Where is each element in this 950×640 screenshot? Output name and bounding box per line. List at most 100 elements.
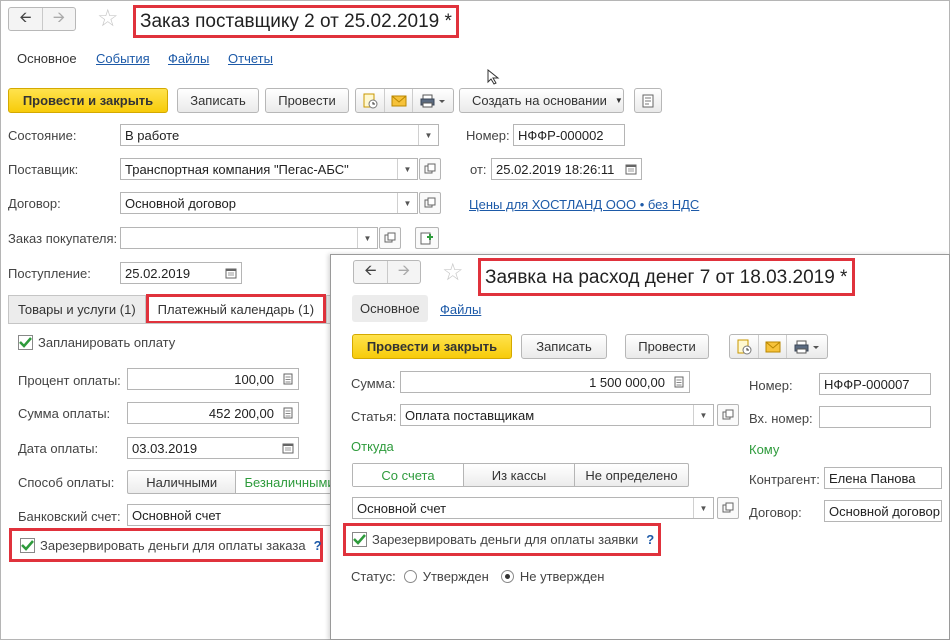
supplier-value: Транспортная компания "Пегас-АБС" <box>125 161 349 177</box>
status-not-approved-radio[interactable] <box>500 570 514 583</box>
form-tabs: Товары и услуги (1) Платежный календарь … <box>8 294 347 324</box>
source-account[interactable]: Со счета <box>353 464 463 486</box>
back-arrow-icon[interactable]: 🡨 <box>9 8 42 30</box>
customer-order-select[interactable]: ▼ <box>120 227 378 249</box>
number-label: Номер: <box>749 378 793 393</box>
checkmark-icon <box>19 337 32 348</box>
method-cash[interactable]: Наличными <box>128 471 235 493</box>
reserve-order-label: Зарезервировать деньги для оплаты заказа <box>40 537 306 553</box>
receipt-label: Поступление: <box>8 266 91 281</box>
calculator-icon[interactable] <box>278 403 298 423</box>
tab-files[interactable]: Файлы <box>440 302 481 317</box>
source-cash[interactable]: Из кассы <box>463 464 574 486</box>
bank-account-field[interactable]: Основной счет <box>127 504 331 526</box>
payment-date-field[interactable]: 03.03.2019 <box>127 437 299 459</box>
save-button[interactable]: Записать <box>521 334 607 359</box>
forward-arrow-icon[interactable]: 🡪 <box>42 8 75 30</box>
help-icon[interactable]: ? <box>646 532 654 547</box>
post-and-close-button[interactable]: Провести и закрыть <box>8 88 168 113</box>
tab-main[interactable]: Основное <box>17 51 77 66</box>
chevron-down-icon[interactable]: ▼ <box>357 228 377 248</box>
create-based-on-button[interactable]: Создать на основании ▼ <box>459 88 624 113</box>
method-label: Способ оплаты: <box>18 475 115 490</box>
state-label: Состояние: <box>8 128 77 143</box>
chevron-down-icon[interactable]: ▼ <box>397 159 417 179</box>
contract-field[interactable]: Основной договор <box>824 500 942 522</box>
forward-arrow-icon[interactable]: 🡪 <box>387 261 420 283</box>
create-document-icon[interactable] <box>415 227 439 249</box>
chevron-down-icon[interactable]: ▼ <box>693 498 713 518</box>
radio-selected-dot <box>504 574 510 579</box>
article-select[interactable]: Оплата поставщикам ▼ <box>400 404 714 426</box>
sum-field[interactable]: 452 200,00 <box>127 402 299 424</box>
calculator-icon[interactable] <box>278 369 298 389</box>
sum-field[interactable]: 1 500 000,00 <box>400 371 690 393</box>
account-select[interactable]: Основной счет ▼ <box>352 497 714 519</box>
reserve-order-row: Зарезервировать деньги для оплаты заказа… <box>9 528 323 562</box>
article-value: Оплата поставщикам <box>405 407 535 423</box>
reserve-order-checkbox[interactable] <box>20 537 35 553</box>
post-button[interactable]: Провести <box>625 334 709 359</box>
open-form-icon[interactable] <box>717 404 739 426</box>
state-select[interactable]: В работе ▼ <box>120 124 439 146</box>
contract-select[interactable]: Основной договор ▼ <box>120 192 418 214</box>
contract-value: Основной договор <box>829 503 940 519</box>
report-icon[interactable] <box>634 88 662 113</box>
chevron-down-icon[interactable]: ▼ <box>397 193 417 213</box>
source-undefined[interactable]: Не определено <box>574 464 688 486</box>
prices-link[interactable]: Цены для ХОСТЛАНД ООО • без НДС <box>469 197 699 212</box>
calendar-icon[interactable] <box>278 438 298 458</box>
number-field[interactable]: НФФР-000002 <box>513 124 625 146</box>
save-button[interactable]: Записать <box>177 88 259 113</box>
envelope-icon[interactable] <box>384 89 412 112</box>
open-form-icon[interactable] <box>419 158 441 180</box>
tab-events[interactable]: События <box>96 51 150 66</box>
receipt-date-field[interactable]: 25.02.2019 <box>120 262 242 284</box>
date-label: Дата оплаты: <box>18 441 99 456</box>
print-icon[interactable] <box>412 89 452 112</box>
supplier-select[interactable]: Транспортная компания "Пегас-АБС" ▼ <box>120 158 418 180</box>
calendar-icon[interactable] <box>621 159 641 179</box>
chevron-down-icon[interactable]: ▼ <box>693 405 713 425</box>
plan-payment-checkbox[interactable] <box>18 335 33 350</box>
open-form-icon[interactable] <box>419 192 441 214</box>
status-approved-radio[interactable] <box>403 570 417 583</box>
calculator-icon[interactable] <box>669 372 689 392</box>
percent-field[interactable]: 100,00 <box>127 368 299 390</box>
back-arrow-icon[interactable]: 🡨 <box>354 261 387 283</box>
document-clock-icon[interactable] <box>356 89 384 112</box>
from-datetime-field[interactable]: 25.02.2019 18:26:11 <box>491 158 642 180</box>
reserve-request-row: Зарезервировать деньги для оплаты заявки… <box>343 523 661 556</box>
tab-payment-calendar[interactable]: Платежный календарь (1) <box>145 294 327 324</box>
status-label: Статус: <box>351 569 396 584</box>
open-form-icon[interactable] <box>717 497 739 519</box>
chevron-down-icon[interactable]: ▼ <box>418 125 438 145</box>
number-field[interactable]: НФФР-000007 <box>819 373 931 395</box>
incoming-number-field[interactable] <box>819 406 931 428</box>
tab-files[interactable]: Файлы <box>168 51 209 66</box>
tab-main[interactable]: Основное <box>352 295 428 322</box>
envelope-icon[interactable] <box>758 335 786 358</box>
contract-value: Основной договор <box>125 195 236 211</box>
counterparty-field[interactable]: Елена Панова <box>824 467 942 489</box>
calendar-icon[interactable] <box>221 263 241 283</box>
favorite-star-icon[interactable]: ☆ <box>442 261 464 285</box>
expense-request-window: 🡨 🡪 ☆ Заявка на расход денег 7 от 18.03.… <box>330 254 950 640</box>
tab-goods[interactable]: Товары и услуги (1) <box>8 295 146 323</box>
method-cashless[interactable]: Безналичными <box>235 471 331 493</box>
post-and-close-button[interactable]: Провести и закрыть <box>352 334 512 359</box>
nav-buttons: 🡨 🡪 <box>8 7 76 31</box>
help-icon[interactable]: ? <box>314 538 322 553</box>
favorite-star-icon[interactable]: ☆ <box>97 7 119 31</box>
print-icon[interactable] <box>786 335 826 358</box>
toolbar-icon-group <box>729 334 828 359</box>
open-form-icon[interactable] <box>379 227 401 249</box>
customer-order-label: Заказ покупателя: <box>8 231 118 246</box>
document-clock-icon[interactable] <box>730 335 758 358</box>
to-header: Кому <box>749 442 780 457</box>
checkmark-icon <box>21 539 34 551</box>
status-row: Статус: Утвержден Не утвержден <box>351 569 604 584</box>
tab-reports[interactable]: Отчеты <box>228 51 273 66</box>
post-button[interactable]: Провести <box>265 88 349 113</box>
reserve-request-checkbox[interactable] <box>352 532 367 547</box>
